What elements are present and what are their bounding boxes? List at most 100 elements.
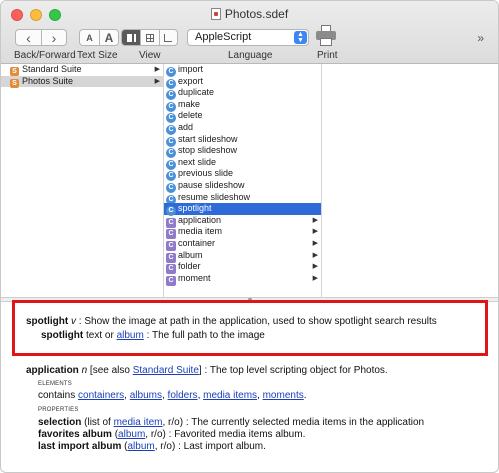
property-name: selection — [38, 417, 82, 428]
term-row[interactable]: Cimport — [164, 64, 321, 77]
term-label: resume slideshow — [178, 191, 251, 202]
term-label: moment — [178, 272, 211, 283]
view-grid-button[interactable] — [140, 30, 158, 45]
property-description: , r/o) : Last import album. — [154, 441, 266, 452]
language-select-value: AppleScript — [195, 31, 252, 43]
parameter-type: text or — [86, 330, 114, 341]
term-row[interactable]: Cduplicate — [164, 87, 321, 101]
term-row[interactable]: Cresume slideshow — [164, 191, 321, 205]
term-label: application — [178, 214, 222, 225]
term-label: make — [178, 98, 201, 109]
term-label: start slideshow — [178, 133, 238, 144]
print-label: Print — [317, 50, 338, 61]
language-label: Language — [228, 50, 273, 61]
term-label: import — [178, 64, 204, 74]
album-link[interactable]: album — [118, 429, 145, 440]
term-row[interactable]: Capplication ▶ — [164, 214, 321, 228]
view-control — [121, 29, 178, 46]
term-name: application — [26, 365, 79, 376]
back-button[interactable]: ‹ — [16, 30, 41, 45]
suite-row[interactable]: S Photos Suite ▶ — [1, 75, 163, 88]
view-label: View — [139, 50, 161, 61]
contains-prefix: contains — [38, 390, 76, 401]
chevron-left-icon: ‹ — [26, 29, 31, 46]
term-row[interactable]: Ccontainer ▶ — [164, 238, 321, 251]
term-row[interactable]: Cstart slideshow — [164, 133, 321, 147]
term-label: folder — [178, 261, 201, 272]
property-description: , r/o) : The currently selected media it… — [162, 417, 425, 428]
property-row: selection (list of media item, r/o) : Th… — [38, 417, 424, 428]
view-hierarchy-button[interactable] — [158, 30, 177, 45]
back-forward-label: Back/Forward — [14, 50, 76, 61]
property-name: favorites album — [38, 429, 112, 440]
browser-columns-icon — [126, 33, 136, 42]
text-bigger-button[interactable]: A — [98, 30, 118, 45]
term-description: : Show the image at path in the applicat… — [78, 316, 437, 327]
property-name: last import album — [38, 441, 122, 452]
updown-arrows-icon: ▲ ▼ — [294, 31, 307, 44]
application-definition: application n [see also Standard Suite] … — [26, 365, 388, 376]
text-size-label: Text Size — [77, 50, 118, 61]
term-label: media item — [178, 226, 223, 237]
term-row[interactable]: Cmoment ▶ — [164, 272, 321, 286]
properties-heading: PROPERTIES — [38, 407, 79, 413]
term-row[interactable]: Cmake — [164, 98, 321, 112]
term-row[interactable]: Calbum ▶ — [164, 249, 321, 263]
printer-icon[interactable] — [316, 25, 336, 47]
term-label: export — [178, 75, 204, 86]
class-icon: C — [166, 275, 176, 286]
term-row[interactable]: Cfolder ▶ — [164, 261, 321, 275]
containers-link[interactable]: containers — [78, 390, 124, 401]
spotlight-definition: spotlight v : Show the image at path in … — [26, 316, 437, 327]
media-item-link[interactable]: media item — [114, 417, 163, 428]
hierarchy-icon — [164, 33, 173, 42]
term-label: spotlight — [178, 203, 212, 214]
property-row: last import album (album, r/o) : Last im… — [38, 441, 266, 452]
term-label: next slide — [178, 156, 217, 167]
property-type-prefix: (list of — [84, 417, 111, 428]
toolbar-overflow-button[interactable]: » — [477, 31, 484, 45]
media-items-link[interactable]: media items — [203, 390, 257, 401]
chevron-right-icon: ▶ — [312, 263, 318, 271]
term-row[interactable]: Cdelete — [164, 110, 321, 124]
terms-pane: Cimport Cexport Cduplicate Cmake Cdelete… — [164, 64, 322, 297]
view-browser-button[interactable] — [122, 30, 141, 45]
suite-row[interactable]: S Standard Suite ▶ — [1, 64, 163, 76]
album-link[interactable]: album — [127, 441, 154, 452]
forward-button[interactable]: › — [40, 29, 66, 46]
term-row[interactable]: Cpause slideshow — [164, 180, 321, 193]
back-forward-control: ‹ › — [15, 29, 67, 46]
albums-link[interactable]: albums — [130, 390, 162, 401]
text-size-control: A A — [79, 29, 119, 46]
chevron-right-icon: ▶ — [312, 251, 318, 259]
term-label: duplicate — [178, 87, 215, 98]
language-select[interactable]: AppleScript ▲ ▼ — [187, 29, 309, 46]
term-label: delete — [178, 110, 203, 121]
property-row: favorites album (album, r/o) : Favorited… — [38, 429, 305, 440]
parameter-description: : The full path to the image — [146, 330, 265, 341]
term-row-selected[interactable]: Cspotlight — [164, 203, 321, 217]
chevron-right-icon: ▶ — [312, 274, 318, 282]
term-row[interactable]: Cadd — [164, 122, 321, 135]
folders-link[interactable]: folders — [168, 390, 198, 401]
term-row[interactable]: Cexport — [164, 75, 321, 89]
contains-line: contains containers, albums, folders, me… — [38, 390, 307, 401]
chevron-right-icon: ▶ — [312, 239, 318, 247]
suite-label: Standard Suite — [22, 64, 82, 74]
term-label: album — [178, 249, 203, 260]
album-link[interactable]: album — [117, 330, 144, 341]
term-row[interactable]: Cmedia item ▶ — [164, 226, 321, 240]
text-smaller-button[interactable]: A — [80, 30, 99, 45]
term-row[interactable]: Cstop slideshow — [164, 145, 321, 159]
term-description: ] : The top level scripting object for P… — [198, 365, 388, 376]
sdef-document-icon — [210, 8, 221, 20]
standard-suite-link[interactable]: Standard Suite — [133, 365, 199, 376]
chevron-right-icon: ▶ — [154, 66, 160, 73]
moments-link[interactable]: moments — [263, 390, 304, 401]
grid-icon — [145, 33, 154, 42]
term-row[interactable]: Cprevious slide — [164, 168, 321, 182]
term-row[interactable]: Cnext slide — [164, 156, 321, 170]
chevron-right-icon: › — [51, 29, 57, 46]
term-kind: n — [81, 365, 88, 376]
window-title-text: Photos.sdef — [224, 7, 289, 21]
